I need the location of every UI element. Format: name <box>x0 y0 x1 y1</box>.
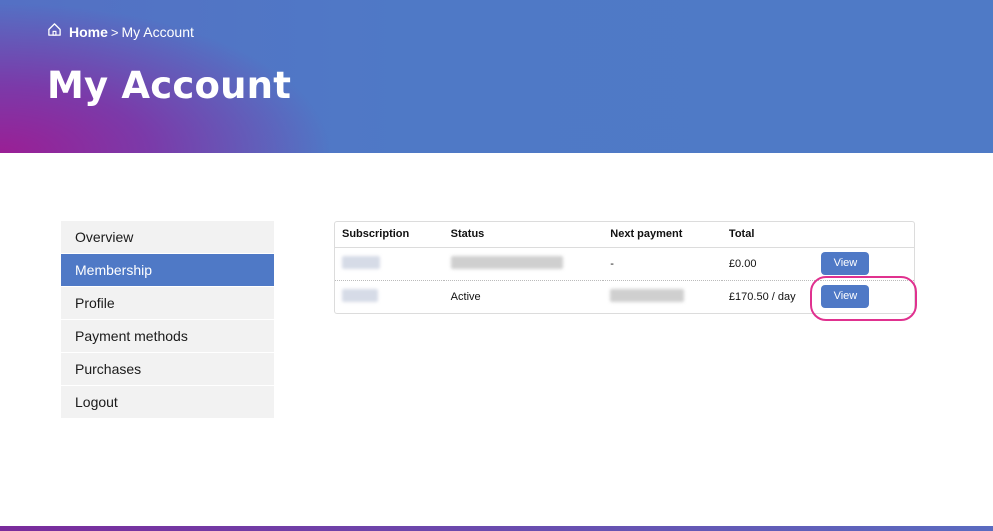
sidebar-item-logout[interactable]: Logout <box>61 386 274 419</box>
redacted-status <box>450 255 563 269</box>
sidebar-item-membership[interactable]: Membership <box>61 254 274 287</box>
table-row: - £0.00 View <box>335 247 914 281</box>
footer-bar <box>0 526 993 531</box>
breadcrumb-separator: > <box>110 24 119 40</box>
redacted-next-payment <box>610 288 685 302</box>
next-payment-cell <box>603 280 722 313</box>
view-button[interactable]: View <box>821 285 870 309</box>
sidebar-item-profile[interactable]: Profile <box>61 287 274 320</box>
sidebar-item-payment-methods[interactable]: Payment methods <box>61 320 274 353</box>
status-cell: Active <box>450 290 481 303</box>
total-cell: £0.00 <box>721 247 822 281</box>
redacted-subscription-id <box>342 255 380 269</box>
table-row: Active £170.50 / day View <box>335 280 914 313</box>
column-header-status: Status <box>443 222 604 248</box>
status-cell <box>443 247 604 281</box>
redacted-subscription-id <box>342 288 378 302</box>
subscription-cell[interactable] <box>335 247 444 281</box>
breadcrumb: Home > My Account <box>47 22 194 42</box>
hero-banner: Home > My Account My Account <box>0 0 993 153</box>
column-header-total: Total <box>721 222 822 248</box>
view-button[interactable]: View <box>821 252 870 275</box>
action-cell: View <box>821 247 914 281</box>
account-sidebar: Overview Membership Profile Payment meth… <box>61 221 274 419</box>
column-header-actions <box>821 222 914 248</box>
action-cell: View <box>821 280 914 313</box>
breadcrumb-current: My Account <box>121 24 194 40</box>
breadcrumb-home-link[interactable]: Home <box>69 24 108 40</box>
subscriptions-table: Subscription Status Next payment Total -… <box>334 221 915 314</box>
sidebar-item-overview[interactable]: Overview <box>61 221 274 254</box>
home-icon[interactable] <box>47 22 62 37</box>
next-payment-cell: - <box>603 247 722 281</box>
total-cell: £170.50 / day <box>728 290 796 303</box>
column-header-next-payment: Next payment <box>603 222 722 248</box>
sidebar-item-purchases[interactable]: Purchases <box>61 353 274 386</box>
page-title: My Account <box>47 64 292 107</box>
column-header-subscription: Subscription <box>335 222 444 248</box>
table-header-row: Subscription Status Next payment Total <box>335 222 914 248</box>
subscription-cell[interactable] <box>335 280 444 313</box>
